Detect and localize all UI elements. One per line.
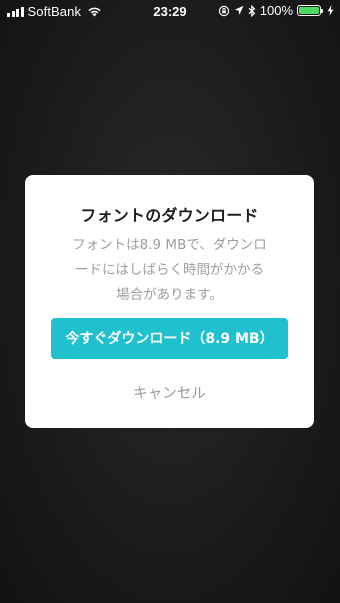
message-line: 場合があります。	[116, 287, 223, 303]
location-icon	[234, 5, 244, 15]
bluetooth-icon	[248, 4, 256, 17]
dialog-title: フォントのダウンロード	[80, 206, 259, 225]
battery-icon	[297, 5, 323, 16]
download-now-button[interactable]: 今すぐダウンロード（8.9 MB）	[51, 318, 288, 359]
download-font-dialog: フォントのダウンロード フォントは8.9 MBで、ダウンロ ードにはしばらく時間…	[25, 175, 314, 428]
dialog-message: フォントは8.9 MBで、ダウンロ ードにはしばらく時間がかかる 場合があります…	[59, 233, 280, 308]
battery-fill	[299, 7, 319, 14]
charging-icon	[327, 5, 334, 16]
status-right: 100%	[218, 3, 334, 18]
battery-percent: 100%	[259, 3, 293, 18]
orientation-lock-icon	[218, 5, 229, 16]
message-line: ードにはしばらく時間がかかる	[75, 262, 264, 278]
message-line: フォントは8.9 MBで、ダウンロ	[72, 237, 267, 253]
cancel-button[interactable]: キャンセル	[85, 380, 254, 408]
status-bar: SoftBank 23:29 100%	[0, 0, 340, 22]
